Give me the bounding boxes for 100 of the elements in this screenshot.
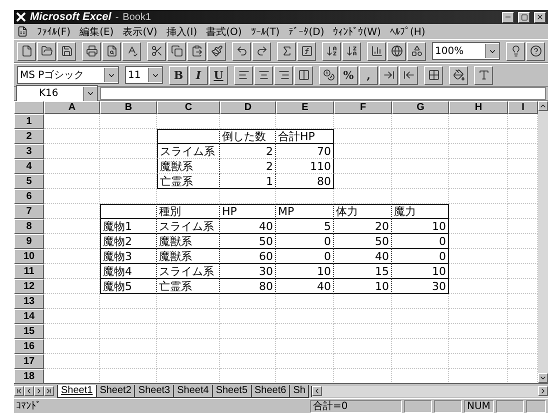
row-header[interactable]: 10 — [14, 249, 44, 264]
menu-item[interactable]: ﾂｰﾙ(T) — [250, 26, 280, 38]
number-format-button[interactable]: % — [339, 66, 358, 84]
toolbar-button[interactable] — [294, 66, 313, 84]
row-header[interactable]: 18 — [14, 369, 44, 384]
toolbar-button[interactable] — [449, 66, 468, 84]
menu-item[interactable]: ﾍﾙﾌﾟ(H) — [390, 26, 426, 38]
toolbar-button[interactable] — [82, 42, 101, 60]
row-header[interactable]: 3 — [14, 144, 44, 159]
table-cell: 10 — [392, 219, 449, 234]
column-header[interactable]: F — [334, 101, 392, 114]
toolbar-button[interactable] — [277, 42, 296, 60]
sheet-tab[interactable]: Sheet6 — [250, 384, 290, 398]
toolbar-button[interactable] — [399, 66, 418, 84]
next-sheet-button[interactable] — [34, 386, 44, 396]
row-header[interactable]: 16 — [14, 339, 44, 354]
toolbar-button[interactable] — [424, 66, 443, 84]
zoom-dropdown[interactable]: 100% — [432, 42, 500, 60]
toolbar-button[interactable] — [322, 42, 341, 60]
toolbar-button[interactable] — [102, 42, 121, 60]
toolbar-button[interactable] — [274, 66, 293, 84]
sheet-tab[interactable]: Sheet4 — [173, 384, 213, 398]
toolbar-button[interactable] — [297, 42, 316, 60]
column-header[interactable]: H — [449, 101, 508, 114]
column-header[interactable]: I — [508, 101, 538, 114]
menu-item[interactable]: 書式(O) — [206, 24, 242, 38]
row-header[interactable]: 4 — [14, 159, 44, 174]
toolbar-button[interactable] — [147, 42, 166, 60]
toolbar-button[interactable] — [379, 66, 398, 84]
last-sheet-button[interactable] — [44, 386, 54, 396]
menu-item[interactable]: 表示(V) — [122, 24, 158, 38]
table-cell — [276, 294, 334, 309]
minimize-button[interactable] — [502, 12, 514, 22]
help-button[interactable] — [526, 42, 545, 60]
row-header[interactable]: 2 — [14, 129, 44, 144]
row-header[interactable]: 12 — [14, 279, 44, 294]
toolbar-button[interactable] — [37, 42, 56, 60]
toolbar-button[interactable] — [57, 42, 76, 60]
menu-item[interactable]: 挿入(I) — [166, 24, 198, 38]
number-format-button[interactable]: , — [359, 66, 378, 84]
sheet-tab[interactable]: Sheet1 — [57, 384, 97, 398]
horizontal-scrollbar[interactable] — [311, 386, 548, 396]
toolbar-button[interactable] — [506, 42, 525, 60]
row-header[interactable]: 8 — [14, 219, 44, 234]
previous-sheet-button[interactable] — [24, 386, 34, 396]
font-size-dropdown[interactable]: 11 — [125, 66, 163, 84]
toolbar-button[interactable] — [254, 66, 273, 84]
toolbar-button[interactable] — [319, 66, 338, 84]
format-button[interactable]: I — [189, 66, 208, 84]
scroll-left-button[interactable] — [312, 386, 322, 396]
paste-icon — [190, 45, 202, 57]
row-header[interactable]: 5 — [14, 174, 44, 189]
format-button[interactable]: U — [209, 66, 228, 84]
first-sheet-button[interactable] — [14, 386, 24, 396]
scroll-up-button[interactable] — [538, 101, 548, 111]
toolbar-button[interactable] — [234, 66, 253, 84]
toolbar-button[interactable] — [407, 42, 426, 60]
font-dropdown[interactable]: MS Pゴシック — [17, 66, 119, 84]
toolbar-button[interactable] — [167, 42, 186, 60]
column-header[interactable]: D — [220, 101, 276, 114]
toolbar-button[interactable] — [232, 42, 251, 60]
column-header[interactable]: B — [100, 101, 157, 114]
sheet-tab[interactable]: Sheet5 — [212, 384, 252, 398]
scroll-right-button[interactable] — [538, 386, 548, 396]
close-button[interactable] — [534, 12, 546, 22]
toolbar-button[interactable] — [342, 42, 361, 60]
row-header[interactable]: 13 — [14, 294, 44, 309]
toolbar-button[interactable] — [387, 42, 406, 60]
row-header[interactable]: 9 — [14, 234, 44, 249]
row-header[interactable]: 11 — [14, 264, 44, 279]
row-header[interactable]: 15 — [14, 324, 44, 339]
menu-item[interactable]: ﾃﾞｰﾀ(D) — [288, 26, 324, 38]
scroll-down-button[interactable] — [538, 373, 548, 383]
toolbar-button[interactable] — [474, 66, 493, 84]
toolbar-button[interactable] — [252, 42, 271, 60]
menu-item[interactable]: ｳｨﾝﾄﾞｳ(W) — [333, 26, 381, 38]
column-header[interactable]: C — [157, 101, 220, 114]
maximize-button[interactable] — [518, 12, 530, 22]
sheet-tab[interactable]: Sheet2 — [96, 384, 136, 398]
column-header[interactable]: A — [44, 101, 100, 114]
formula-field[interactable] — [100, 87, 546, 100]
row-header[interactable]: 17 — [14, 354, 44, 369]
row-header[interactable]: 1 — [14, 114, 44, 129]
select-all-button[interactable] — [14, 101, 44, 114]
toolbar-button[interactable] — [122, 42, 141, 60]
sheet-tab[interactable]: Sheet3 — [134, 384, 174, 398]
menu-item[interactable]: ﾌｧｲﾙ(F) — [37, 26, 71, 38]
row-header[interactable]: 14 — [14, 309, 44, 324]
toolbar-button[interactable] — [17, 42, 36, 60]
row-header[interactable]: 7 — [14, 204, 44, 219]
column-header[interactable]: E — [276, 101, 334, 114]
toolbar-button[interactable] — [187, 42, 206, 60]
sheet-tab[interactable]: Sh — [289, 384, 310, 398]
toolbar-button[interactable] — [207, 42, 226, 60]
toolbar-button[interactable] — [367, 42, 386, 60]
column-header[interactable]: G — [392, 101, 449, 114]
name-box[interactable]: K16 — [16, 84, 98, 102]
row-header[interactable]: 6 — [14, 189, 44, 204]
menu-item[interactable]: 編集(E) — [80, 24, 114, 38]
format-button[interactable]: B — [169, 66, 188, 84]
